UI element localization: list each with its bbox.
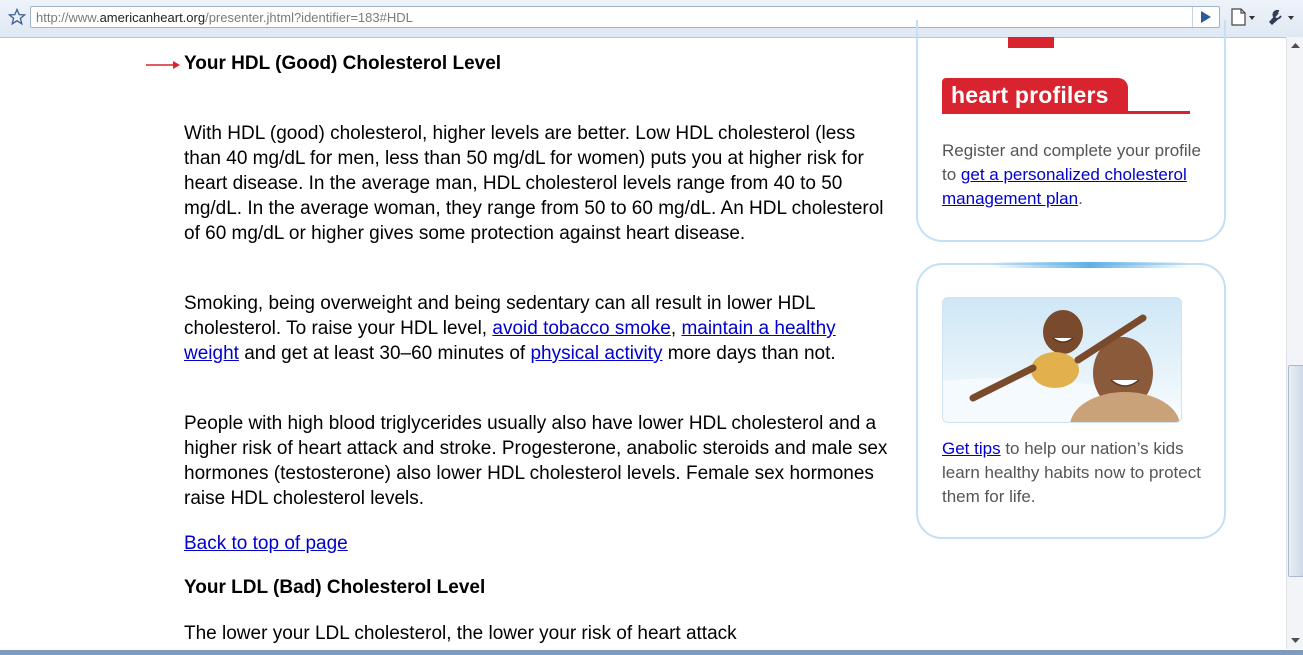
p2-text-c: and get at least 30–60 minutes of: [238, 343, 531, 364]
url-path: /presenter.jhtml?identifier=183#HDL: [205, 10, 413, 25]
management-plan-link[interactable]: get a personalized cholesterol managemen…: [942, 165, 1187, 208]
back-to-top-link[interactable]: Back to top of page: [184, 531, 348, 556]
profilers-description: Register and complete your profile to ge…: [942, 139, 1212, 211]
kids-tips-text: Get tips to help our nation’s kids learn…: [942, 437, 1222, 509]
wrench-icon: [1268, 9, 1294, 26]
ldl-heading: Your LDL (Bad) Cholesterol Level: [184, 577, 486, 598]
logo-underline: [942, 111, 1190, 114]
scroll-down-button[interactable]: [1287, 632, 1303, 649]
tools-menu-button[interactable]: [1266, 8, 1296, 26]
father-son-photo[interactable]: [942, 297, 1182, 423]
ldl-paragraph-1: The lower your LDL cholesterol, the lowe…: [184, 623, 737, 644]
red-banner-fragment: [1008, 37, 1054, 48]
vertical-scrollbar[interactable]: [1286, 37, 1303, 649]
scroll-up-button[interactable]: [1287, 37, 1303, 54]
p2-text-d: more days than not.: [662, 343, 836, 364]
get-tips-link[interactable]: Get tips: [942, 439, 1001, 458]
scroll-down-icon: [1291, 638, 1300, 643]
hdl-paragraph-2: Smoking, being overweight and being sede…: [184, 291, 894, 366]
box-top-glow: [990, 262, 1190, 268]
physical-activity-link[interactable]: physical activity: [530, 343, 662, 364]
heart-profilers-logo[interactable]: heart profilers: [942, 78, 1128, 112]
hdl-paragraph-1: With HDL (good) cholesterol, higher leve…: [184, 123, 884, 244]
p2-text-b: ,: [670, 318, 682, 339]
page-menu-button[interactable]: [1229, 8, 1257, 26]
red-arrow-icon: [146, 61, 180, 69]
hdl-heading: Your HDL (Good) Cholesterol Level: [184, 53, 502, 74]
window-bottom-border: [0, 650, 1303, 655]
url-host: americanheart.org: [99, 10, 206, 25]
scroll-thumb[interactable]: [1288, 365, 1303, 577]
hdl-paragraph-3: People with high blood triglycerides usu…: [184, 413, 888, 509]
box1-text-b: .: [1078, 189, 1083, 208]
page-icon: [1231, 8, 1255, 26]
avoid-tobacco-link[interactable]: avoid tobacco smoke: [492, 318, 671, 339]
star-icon[interactable]: [7, 7, 27, 26]
scroll-up-icon: [1291, 43, 1300, 48]
url-prefix: http://www.: [36, 10, 100, 25]
